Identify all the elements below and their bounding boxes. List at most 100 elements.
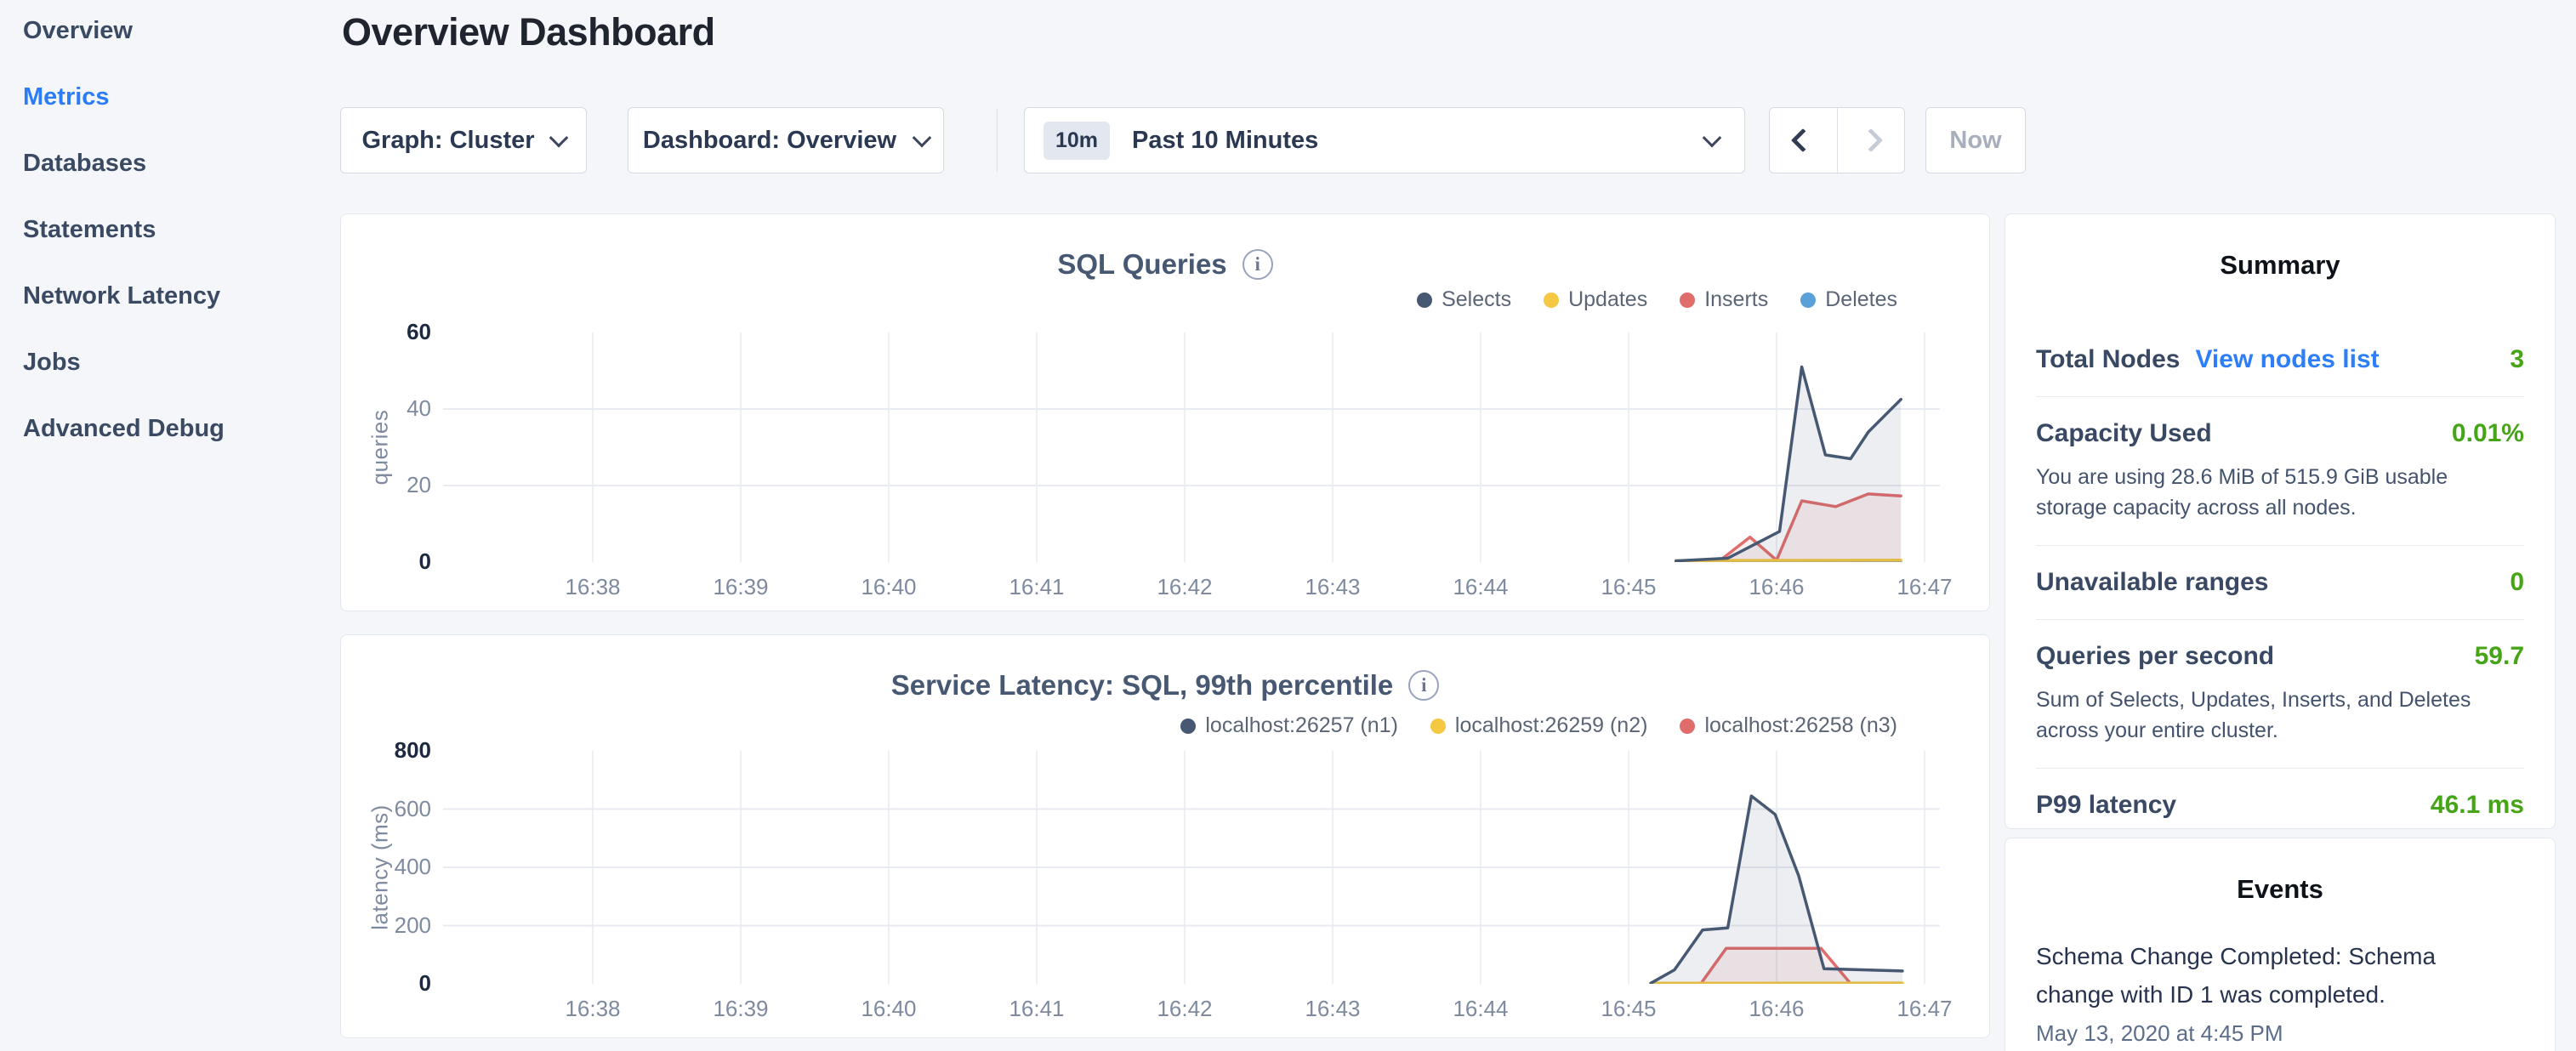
now-button[interactable]: Now bbox=[1925, 107, 2026, 173]
legend-label: Selects bbox=[1442, 287, 1511, 312]
summary-row-value: 0 bbox=[2510, 568, 2524, 597]
summary-row-value: 3 bbox=[2510, 345, 2524, 374]
chart-plot-area[interactable] bbox=[443, 751, 1940, 984]
summary-row: Queries per second59.7 Sum of Selects, Up… bbox=[2036, 619, 2524, 768]
summary-row-head: P99 latency46.1 ms bbox=[2036, 791, 2524, 820]
x-axis-tick: 16:47 bbox=[1874, 574, 1976, 600]
time-range-badge: 10m bbox=[1043, 122, 1110, 160]
time-range-selector[interactable]: 10m Past 10 Minutes bbox=[1024, 107, 1745, 173]
chart-title: Service Latency: SQL, 99th percentile bbox=[891, 669, 1394, 702]
legend-label: Inserts bbox=[1704, 287, 1768, 312]
event-item[interactable]: Schema Change Completed: Schema change w… bbox=[2036, 937, 2524, 1047]
x-axis-tick: 16:41 bbox=[986, 996, 1088, 1022]
x-axis-tick: 16:42 bbox=[1134, 574, 1236, 600]
summary-panel: Summary Total Nodes View nodes list 3 Capac… bbox=[2005, 213, 2556, 829]
legend-dot-icon bbox=[1544, 293, 1559, 308]
legend-dot-icon bbox=[1417, 293, 1432, 308]
x-axis-tick: 16:39 bbox=[690, 996, 792, 1022]
info-icon[interactable]: i bbox=[1408, 670, 1439, 701]
legend-dot-icon bbox=[1430, 719, 1446, 734]
sidebar-item-metrics[interactable]: Metrics bbox=[23, 64, 110, 130]
summary-title: Summary bbox=[2005, 250, 2555, 281]
legend-item[interactable]: Deletes bbox=[1800, 287, 1897, 312]
summary-row-label: Total Nodes bbox=[2036, 345, 2180, 374]
x-axis-tick: 16:45 bbox=[1578, 574, 1680, 600]
event-timestamp: May 13, 2020 at 4:45 PM bbox=[2036, 1020, 2524, 1047]
legend-dot-icon bbox=[1180, 719, 1196, 734]
y-axis-tick: 0 bbox=[341, 548, 431, 575]
legend-dot-icon bbox=[1800, 293, 1816, 308]
summary-row: P99 latency46.1 ms bbox=[2036, 768, 2524, 842]
y-axis-label: queries bbox=[367, 410, 394, 486]
legend-label: Deletes bbox=[1825, 287, 1897, 312]
legend-item[interactable]: Updates bbox=[1544, 287, 1647, 312]
summary-row-label: Unavailable ranges bbox=[2036, 568, 2268, 597]
legend-item[interactable]: Selects bbox=[1417, 287, 1511, 312]
x-axis-tick: 16:46 bbox=[1726, 574, 1828, 600]
chevron-down-icon bbox=[1703, 128, 1722, 148]
info-icon[interactable]: i bbox=[1243, 249, 1273, 280]
summary-row-head: Queries per second59.7 bbox=[2036, 642, 2524, 671]
summary-row-head: Unavailable ranges 0 bbox=[2036, 568, 2524, 597]
legend-label: Updates bbox=[1568, 287, 1647, 312]
sidebar-item-overview[interactable]: Overview bbox=[23, 0, 133, 64]
x-axis-tick: 16:44 bbox=[1430, 574, 1532, 600]
event-text: Schema Change Completed: Schema change w… bbox=[2036, 937, 2465, 1014]
summary-row-head: Total Nodes View nodes list 3 bbox=[2036, 345, 2524, 374]
graph-scope-dropdown[interactable]: Graph: Cluster bbox=[340, 107, 587, 173]
x-axis-tick: 16:43 bbox=[1282, 574, 1384, 600]
summary-row-value: 0.01% bbox=[2452, 419, 2524, 448]
y-axis-tick: 800 bbox=[341, 737, 431, 764]
x-axis-tick: 16:40 bbox=[838, 996, 940, 1022]
chart-legend: Selects Updates Inserts Deletes bbox=[1417, 287, 1897, 312]
legend-dot-icon bbox=[1680, 293, 1695, 308]
chart-plot-area[interactable] bbox=[443, 332, 1940, 562]
sql-queries-chart-card: SQL Queries i SelectsUpdatesInsertsDelet… bbox=[340, 213, 1990, 611]
chevron-down-icon bbox=[549, 128, 568, 148]
x-axis-tick: 16:38 bbox=[542, 996, 644, 1022]
summary-row-label: P99 latency bbox=[2036, 791, 2176, 820]
chart-legend: localhost:26257 (n1) localhost:26259 (n2)… bbox=[1180, 713, 1897, 738]
summary-row-subtext: You are using 28.6 MiB of 515.9 GiB usab… bbox=[2036, 462, 2524, 523]
legend-item[interactable]: localhost:26259 (n2) bbox=[1430, 713, 1648, 738]
chevron-right-icon bbox=[1859, 128, 1883, 152]
x-axis-tick: 16:44 bbox=[1430, 996, 1532, 1022]
time-forward-button[interactable] bbox=[1837, 108, 1905, 173]
x-axis-tick: 16:39 bbox=[690, 574, 792, 600]
y-axis-tick: 0 bbox=[341, 970, 431, 997]
sidebar-item-statements[interactable]: Statements bbox=[23, 196, 156, 263]
summary-row-label: Capacity Used bbox=[2036, 419, 2212, 448]
legend-item[interactable]: Inserts bbox=[1680, 287, 1768, 312]
chevron-left-icon bbox=[1791, 128, 1815, 152]
sidebar-item-jobs[interactable]: Jobs bbox=[23, 329, 81, 395]
sidebar-item-advanced-debug[interactable]: Advanced Debug bbox=[23, 395, 225, 462]
y-axis-tick: 60 bbox=[341, 319, 431, 345]
legend-item[interactable]: localhost:26257 (n1) bbox=[1180, 713, 1398, 738]
x-axis-tick: 16:46 bbox=[1726, 996, 1828, 1022]
sidebar-nav: OverviewMetricsDatabasesStatementsNetwor… bbox=[23, 0, 329, 462]
summary-rows: Total Nodes View nodes list 3 Capacity Used… bbox=[2036, 323, 2524, 842]
chevron-down-icon bbox=[913, 128, 932, 148]
summary-row-link[interactable]: View nodes list bbox=[2195, 345, 2379, 374]
x-axis-tick: 16:42 bbox=[1134, 996, 1236, 1022]
events-title: Events bbox=[2005, 874, 2555, 905]
time-range-label: Past 10 Minutes bbox=[1132, 127, 1318, 155]
legend-label: localhost:26257 (n1) bbox=[1205, 713, 1398, 738]
summary-row: Capacity Used 0.01% You are using 28.6 MiB… bbox=[2036, 396, 2524, 545]
x-axis-tick: 16:45 bbox=[1578, 996, 1680, 1022]
legend-dot-icon bbox=[1680, 719, 1695, 734]
sidebar-item-databases[interactable]: Databases bbox=[23, 130, 146, 196]
legend-item[interactable]: localhost:26258 (n3) bbox=[1680, 713, 1897, 738]
dashboard-dropdown[interactable]: Dashboard: Overview bbox=[628, 107, 944, 173]
page-title: Overview Dashboard bbox=[342, 10, 715, 54]
summary-row-head: Capacity Used 0.01% bbox=[2036, 419, 2524, 448]
time-back-button[interactable] bbox=[1770, 108, 1837, 173]
dashboard-dropdown-label: Dashboard: Overview bbox=[643, 127, 896, 155]
admin-ui-page: OverviewMetricsDatabasesStatementsNetwor… bbox=[0, 0, 2576, 1051]
summary-row-subtext: Sum of Selects, Updates, Inserts, and De… bbox=[2036, 685, 2524, 746]
controls-divider bbox=[997, 109, 998, 172]
sidebar-item-network-latency[interactable]: Network Latency bbox=[23, 263, 220, 329]
y-axis-label: latency (ms) bbox=[367, 804, 394, 930]
time-step-buttons bbox=[1769, 107, 1905, 173]
summary-row: Unavailable ranges 0 bbox=[2036, 545, 2524, 619]
